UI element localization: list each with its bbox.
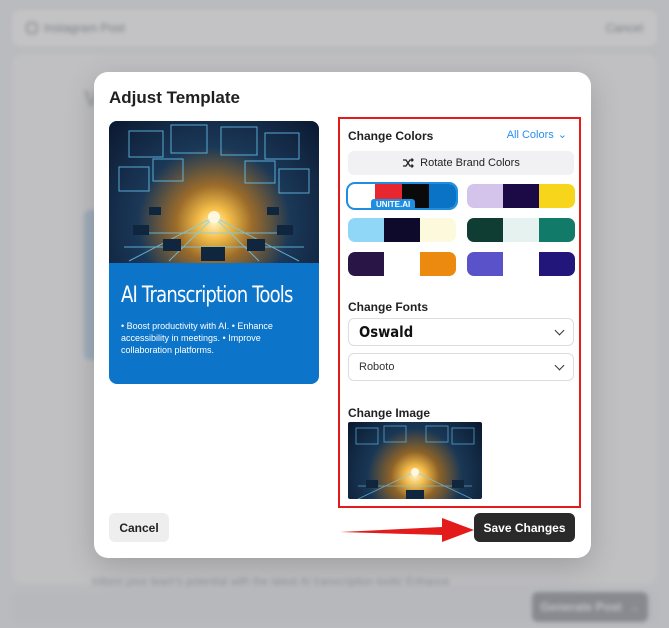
color-swatch [503,218,539,242]
chevron-down-icon [554,360,565,370]
annotation-arrow [340,518,474,542]
preview-image [109,121,319,263]
preview-headline: AI Transcription Tools [121,283,293,308]
change-image-label: Change Image [348,406,431,420]
color-swatch [503,184,539,208]
color-palette-option[interactable] [348,252,456,276]
color-swatch [467,218,503,242]
color-swatch [384,218,420,242]
color-palette-option[interactable] [467,184,575,208]
preview-image-illustration [118,124,310,262]
heading-font-select[interactable]: Oswald [348,318,574,346]
cancel-button[interactable]: Cancel [109,513,169,542]
color-swatch [467,252,503,276]
rotate-brand-colors-button[interactable]: Rotate Brand Colors [348,151,574,175]
preview-text-area: AI Transcription Tools • Boost productiv… [109,263,319,356]
color-swatch [467,184,503,208]
color-swatch [420,252,456,276]
color-swatch [539,252,575,276]
change-fonts-label: Change Fonts [348,300,428,314]
color-swatch [348,218,384,242]
thumbnail-illustration [355,425,475,500]
all-colors-dropdown[interactable]: All Colors ⌄ [506,128,567,142]
color-palette-option[interactable] [348,218,456,242]
color-palette-option[interactable] [467,252,575,276]
chevron-down-icon [554,325,565,335]
image-thumbnail[interactable] [348,422,482,500]
all-colors-label: All Colors [506,128,554,141]
selected-palette-badge: UNITE.AI [371,199,416,210]
color-swatch [503,252,539,276]
color-swatch [420,218,456,242]
modal-title: Adjust Template [109,88,240,107]
color-palette-option[interactable] [467,218,575,242]
color-swatch [429,184,456,208]
rotate-brand-colors-label: Rotate Brand Colors [420,157,520,169]
chevron-down-icon: ⌄ [557,129,567,141]
body-font-value: Roboto [359,361,395,373]
body-font-select[interactable]: Roboto [348,353,574,381]
change-colors-label: Change Colors [348,129,434,143]
shuffle-icon [403,158,415,168]
heading-font-value: Oswald [359,323,414,341]
customization-panel: Change Colors All Colors ⌄ Rotate Brand … [338,117,581,508]
preview-bullets: • Boost productivity with AI. • Enhance … [121,321,273,355]
save-changes-button[interactable]: Save Changes [474,513,575,542]
color-swatch [384,252,420,276]
adjust-template-modal: Adjust Template AI Transcription Tools •… [94,72,591,558]
color-swatch [539,184,575,208]
color-swatch [348,252,384,276]
template-preview: AI Transcription Tools • Boost productiv… [109,121,319,384]
color-swatch [539,218,575,242]
